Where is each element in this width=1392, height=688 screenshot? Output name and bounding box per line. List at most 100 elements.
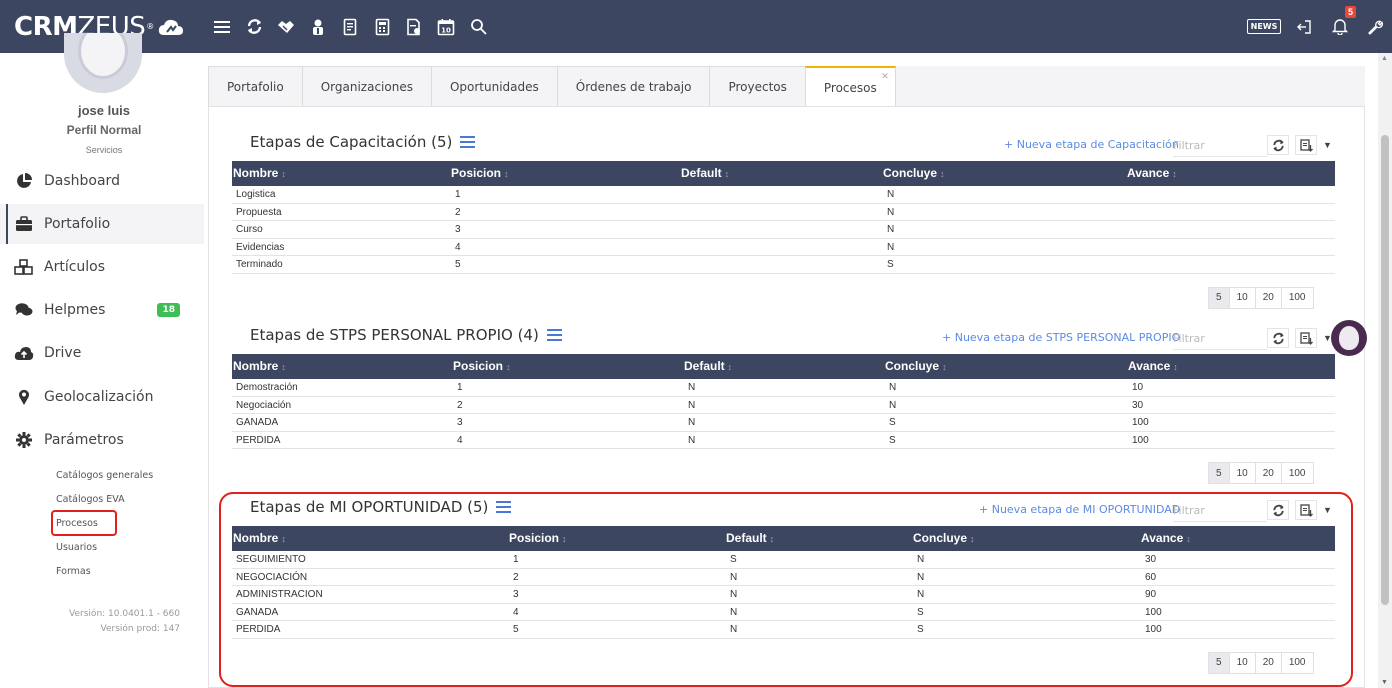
table-cell: N [887, 206, 895, 218]
table-cell: N [887, 224, 895, 235]
filter-input[interactable]: Filtrar [1173, 135, 1267, 157]
sort-icon[interactable]: ↕ [281, 362, 286, 372]
scroll-thumb[interactable] [1381, 135, 1389, 605]
column-header[interactable]: Concluye ↕ [885, 359, 947, 373]
table-row[interactable] [232, 186, 1335, 204]
table-cell: 2 [455, 206, 461, 218]
sort-icon[interactable]: ↕ [506, 362, 511, 372]
page-size-option[interactable]: 20 [1254, 462, 1282, 484]
tab-proyectos[interactable]: Proyectos [709, 66, 806, 106]
sidebar-item-geolocalizacion[interactable]: Geolocalización [0, 377, 204, 417]
page-size-selector: 5 10 20 100 [1208, 462, 1314, 484]
chat-assistant-avatar[interactable] [1331, 320, 1367, 356]
section-menu-icon[interactable] [460, 136, 476, 148]
calculator-icon[interactable] [366, 0, 398, 53]
refresh-icon[interactable] [1267, 135, 1289, 155]
new-stage-link[interactable]: + Nueva etapa de Capacitación [1004, 138, 1179, 151]
sidebar-item-dashboard[interactable]: Dashboard [0, 161, 204, 201]
subitem-catalogos-eva[interactable]: Catálogos EVA [56, 494, 125, 505]
bell-icon[interactable]: 5 [1322, 0, 1358, 53]
wrench-icon[interactable] [1358, 0, 1392, 53]
export-icon[interactable] [1295, 328, 1317, 348]
column-header[interactable]: Concluye ↕ [883, 166, 945, 180]
scroll-down-arrow-icon[interactable]: ▼ [1381, 679, 1388, 686]
sort-icon[interactable]: ↕ [728, 362, 733, 372]
pie-chart-icon [14, 173, 34, 189]
tab-portafolio[interactable]: Portafolio [208, 66, 303, 106]
logo-cloud-icon [158, 19, 183, 35]
page-scrollbar[interactable]: ▲ ▼ [1378, 53, 1392, 688]
column-header-label: Concluye [883, 166, 938, 180]
sidebar-item-helpmes[interactable]: Helpmes 18 [0, 290, 204, 330]
column-header[interactable]: Posicion ↕ [451, 166, 509, 180]
handshake-icon[interactable] [270, 0, 302, 53]
page-size-option[interactable]: 10 [1228, 286, 1256, 309]
column-header[interactable]: Default ↕ [681, 166, 729, 180]
avatar[interactable] [64, 33, 142, 93]
calendar-icon[interactable]: 10 [430, 0, 462, 53]
sidebar-item-articulos[interactable]: Artículos [0, 247, 204, 287]
sort-icon[interactable]: ↕ [504, 169, 509, 179]
menu-icon[interactable] [206, 0, 238, 53]
page-size-option[interactable]: 5 [1208, 462, 1230, 484]
sidebar-item-parametros[interactable]: Parámetros [0, 420, 204, 460]
section-menu-icon[interactable] [546, 329, 562, 341]
column-header-label: Concluye [885, 359, 940, 373]
document-icon[interactable] [398, 0, 430, 53]
table-row[interactable] [232, 256, 1335, 274]
sort-icon[interactable]: ↕ [1172, 169, 1177, 179]
column-header[interactable]: Nombre ↕ [233, 359, 286, 373]
table-row[interactable] [232, 432, 1335, 449]
refresh-icon[interactable] [1267, 328, 1289, 348]
sidebar-item-drive[interactable]: Drive [0, 333, 204, 373]
table-cell: Curso [236, 224, 263, 235]
sidebar: jose luis Perfil Normal Servicios Dashbo… [0, 33, 204, 688]
subitem-usuarios[interactable]: Usuarios [56, 542, 97, 553]
page-size-option[interactable]: 100 [1280, 286, 1314, 309]
contacts-icon[interactable] [302, 0, 334, 53]
export-icon[interactable] [1295, 135, 1317, 155]
tab-ordenes-de-trabajo[interactable]: Órdenes de trabajo [556, 66, 711, 106]
table-row[interactable] [232, 239, 1335, 256]
column-header[interactable]: Default ↕ [684, 359, 732, 373]
table-row[interactable] [232, 397, 1335, 414]
table-row[interactable] [232, 414, 1335, 432]
column-header[interactable]: Posicion ↕ [453, 359, 511, 373]
sort-icon[interactable]: ↕ [725, 169, 730, 179]
subitem-catalogos-generales[interactable]: Catálogos generales [56, 470, 153, 481]
page-size-option[interactable]: 10 [1228, 462, 1256, 484]
table-cell: N [889, 382, 897, 393]
column-header[interactable]: Avance ↕ [1127, 166, 1177, 180]
column-header[interactable]: Avance ↕ [1128, 359, 1178, 373]
sort-icon[interactable]: ↕ [281, 169, 286, 179]
logout-icon[interactable] [1286, 0, 1322, 53]
filter-input[interactable]: Filtrar [1173, 328, 1267, 350]
refresh-icon[interactable] [238, 0, 270, 53]
table-row[interactable] [232, 379, 1335, 397]
sort-icon[interactable]: ↕ [940, 169, 945, 179]
subitem-formas[interactable]: Formas [56, 566, 91, 577]
close-icon[interactable]: ✕ [881, 72, 889, 82]
tab-oportunidades[interactable]: Oportunidades [430, 66, 558, 106]
search-icon[interactable] [462, 0, 494, 53]
table-row[interactable] [232, 221, 1335, 239]
new-stage-link[interactable]: + Nueva etapa de STPS PERSONAL PROPIO [942, 331, 1180, 344]
table-cell: N [688, 382, 696, 393]
chevron-down-icon[interactable]: ▼ [1323, 140, 1332, 150]
table-row[interactable] [232, 204, 1335, 221]
sidebar-item-label: Dashboard [44, 173, 120, 189]
tab-procesos[interactable]: Procesos ✕ [804, 66, 896, 107]
tab-organizaciones[interactable]: Organizaciones [301, 66, 432, 106]
page-size-option[interactable]: 100 [1280, 462, 1314, 484]
version-prod-label: Versión prod: 147 [100, 624, 180, 634]
report-icon[interactable] [334, 0, 366, 53]
page-size-option[interactable]: 5 [1208, 286, 1230, 309]
page-size-option[interactable]: 20 [1254, 286, 1282, 309]
table-cell: Evidencias [236, 241, 285, 253]
sidebar-item-portafolio[interactable]: Portafolio [0, 204, 204, 244]
column-header[interactable]: Nombre ↕ [233, 166, 286, 180]
scroll-up-arrow-icon[interactable]: ▲ [1381, 55, 1388, 62]
sort-icon[interactable]: ↕ [942, 362, 947, 372]
sort-icon[interactable]: ↕ [1173, 362, 1178, 372]
news-icon[interactable]: NEWS [1242, 0, 1286, 53]
